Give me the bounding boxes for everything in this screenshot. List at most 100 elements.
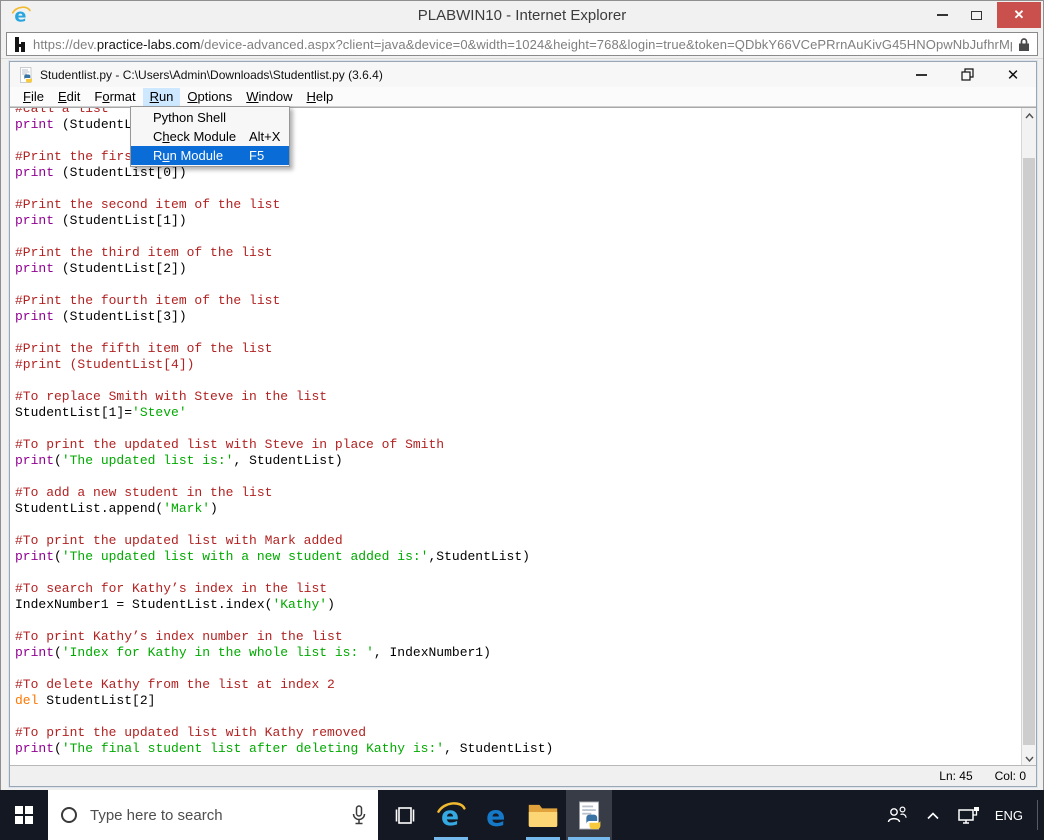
code-line: print('The updated list with a new stude…: [15, 549, 530, 564]
code-line: print (StudentList[0]): [15, 165, 187, 180]
menu-help[interactable]: Help: [300, 88, 341, 106]
chevron-up-icon: [1024, 112, 1034, 118]
vertical-scrollbar[interactable]: [1021, 108, 1036, 766]
code-line: #To print the updated list with Steve in…: [15, 437, 445, 452]
python-idle-taskbar-button[interactable]: [566, 790, 612, 840]
restore-icon: [960, 68, 974, 81]
task-view-icon: [395, 806, 415, 824]
idle-statusbar: Ln: 45 Col: 0: [10, 765, 1036, 786]
idle-titlebar: Studentlist.py - C:\Users\Admin\Download…: [10, 62, 1036, 87]
menu-file[interactable]: File: [16, 88, 51, 106]
menu-item-shortcut: F5: [249, 148, 265, 163]
start-button[interactable]: [0, 790, 48, 840]
people-button[interactable]: [883, 795, 911, 835]
task-view-button[interactable]: [382, 790, 428, 840]
idle-menubar: File Edit Format Run Options Window Help: [10, 87, 1036, 107]
code-line: #To search for Kathy’s index in the list: [15, 581, 328, 596]
ie-window: e PLABWIN10 - Internet Explorer ✕ https:…: [0, 0, 1044, 840]
internet-explorer-icon: e: [437, 801, 466, 830]
code-line: print('The final student list after dele…: [15, 741, 554, 756]
menu-run[interactable]: Run: [142, 87, 181, 106]
language-indicator[interactable]: ENG: [991, 808, 1027, 823]
status-column-number: Col: 0: [994, 769, 1026, 783]
code-line: StudentList.append('Mark'): [15, 501, 218, 516]
cortana-circle-icon: [61, 807, 77, 823]
code-line: print('The updated list is:', StudentLis…: [15, 453, 343, 468]
run-menu-item-python-shell[interactable]: Python Shell: [131, 108, 289, 127]
run-menu-item-check-module[interactable]: Check Module Alt+X: [131, 127, 289, 146]
code-line: print (StudentList[1]): [15, 213, 187, 228]
python-file-icon: [18, 66, 34, 83]
code-line: print (StudentList[2]): [15, 261, 187, 276]
menu-item-label: Run Module: [153, 148, 224, 163]
menu-item-label: Python Shell: [153, 110, 226, 125]
people-icon: [887, 806, 907, 823]
run-menu-item-run-module[interactable]: Run Module F5: [131, 146, 289, 165]
code-line: IndexNumber1 = StudentList.index('Kathy'…: [15, 597, 335, 612]
taskbar: Type here to search e e ENG: [0, 790, 1044, 840]
minimize-button[interactable]: [925, 2, 959, 28]
network-button[interactable]: [955, 795, 983, 835]
address-bar[interactable]: https://dev.practice-labs.com/device-adv…: [6, 32, 1038, 56]
idle-restore-button[interactable]: [944, 62, 990, 87]
code-line: print (StudentList[3]): [15, 309, 187, 324]
scroll-down-button[interactable]: [1022, 751, 1036, 766]
menu-item-label: Check Module: [153, 129, 237, 144]
maximize-button[interactable]: [959, 2, 993, 28]
code-line: #To delete Kathy from the list at index …: [15, 677, 335, 692]
idle-close-button[interactable]: ✕: [990, 62, 1036, 87]
code-line: #To print the updated list with Mark add…: [15, 533, 343, 548]
system-tray: ENG: [883, 790, 1044, 840]
menu-item-shortcut: Alt+X: [249, 129, 281, 144]
python-idle-icon: [578, 800, 600, 830]
code-line: #To replace Smith with Steve in the list: [15, 389, 328, 404]
microphone-icon[interactable]: [352, 804, 366, 826]
show-hidden-icons-button[interactable]: [919, 795, 947, 835]
scroll-up-button[interactable]: [1022, 108, 1036, 123]
code-line: #Print the second item of the list: [15, 197, 281, 212]
edge-icon: e: [486, 800, 505, 830]
idle-window: Studentlist.py - C:\Users\Admin\Download…: [9, 61, 1037, 787]
code-line: #Print the fourth item of the list: [15, 293, 281, 308]
taskbar-search[interactable]: Type here to search: [48, 790, 378, 840]
network-icon: [958, 807, 979, 824]
internet-explorer-taskbar-button[interactable]: e: [428, 790, 474, 840]
code-line: #Print the fifth item of the list: [15, 341, 273, 356]
idle-minimize-button[interactable]: [898, 62, 944, 87]
code-text[interactable]: #call a list print (StudentList) #Print t…: [15, 108, 554, 757]
status-line-number: Ln: 45: [939, 769, 973, 783]
window-controls: ✕: [925, 2, 1041, 28]
scrollbar-thumb[interactable]: [1023, 158, 1035, 745]
idle-window-controls: ✕: [898, 62, 1036, 87]
windows-logo-icon: [15, 806, 33, 824]
run-menu-dropdown: Python Shell Check Module Alt+X Run Module F…: [130, 106, 290, 167]
close-button[interactable]: ✕: [997, 2, 1041, 28]
menu-options[interactable]: Options: [180, 88, 239, 106]
search-placeholder: Type here to search: [90, 806, 223, 824]
lock-icon: [1018, 37, 1030, 52]
tray-separator: [1037, 800, 1038, 830]
menu-format[interactable]: Format: [87, 88, 142, 106]
code-line: #To print Kathy’s index number in the li…: [15, 629, 343, 644]
address-bar-row: https://dev.practice-labs.com/device-adv…: [1, 29, 1043, 59]
code-line: #print (StudentList[4]): [15, 357, 195, 372]
menu-edit[interactable]: Edit: [51, 88, 87, 106]
code-editor[interactable]: #call a list print (StudentList) #Print t…: [10, 107, 1036, 766]
site-favicon-icon: [14, 36, 26, 52]
file-explorer-taskbar-button[interactable]: [520, 790, 566, 840]
menu-window[interactable]: Window: [239, 88, 299, 106]
minimize-icon: [915, 73, 927, 76]
edge-taskbar-button[interactable]: e: [474, 790, 520, 840]
chevron-up-icon: [927, 811, 939, 819]
code-line: #To print the updated list with Kathy re…: [15, 725, 367, 740]
code-line: #To add a new student in the list: [15, 485, 273, 500]
